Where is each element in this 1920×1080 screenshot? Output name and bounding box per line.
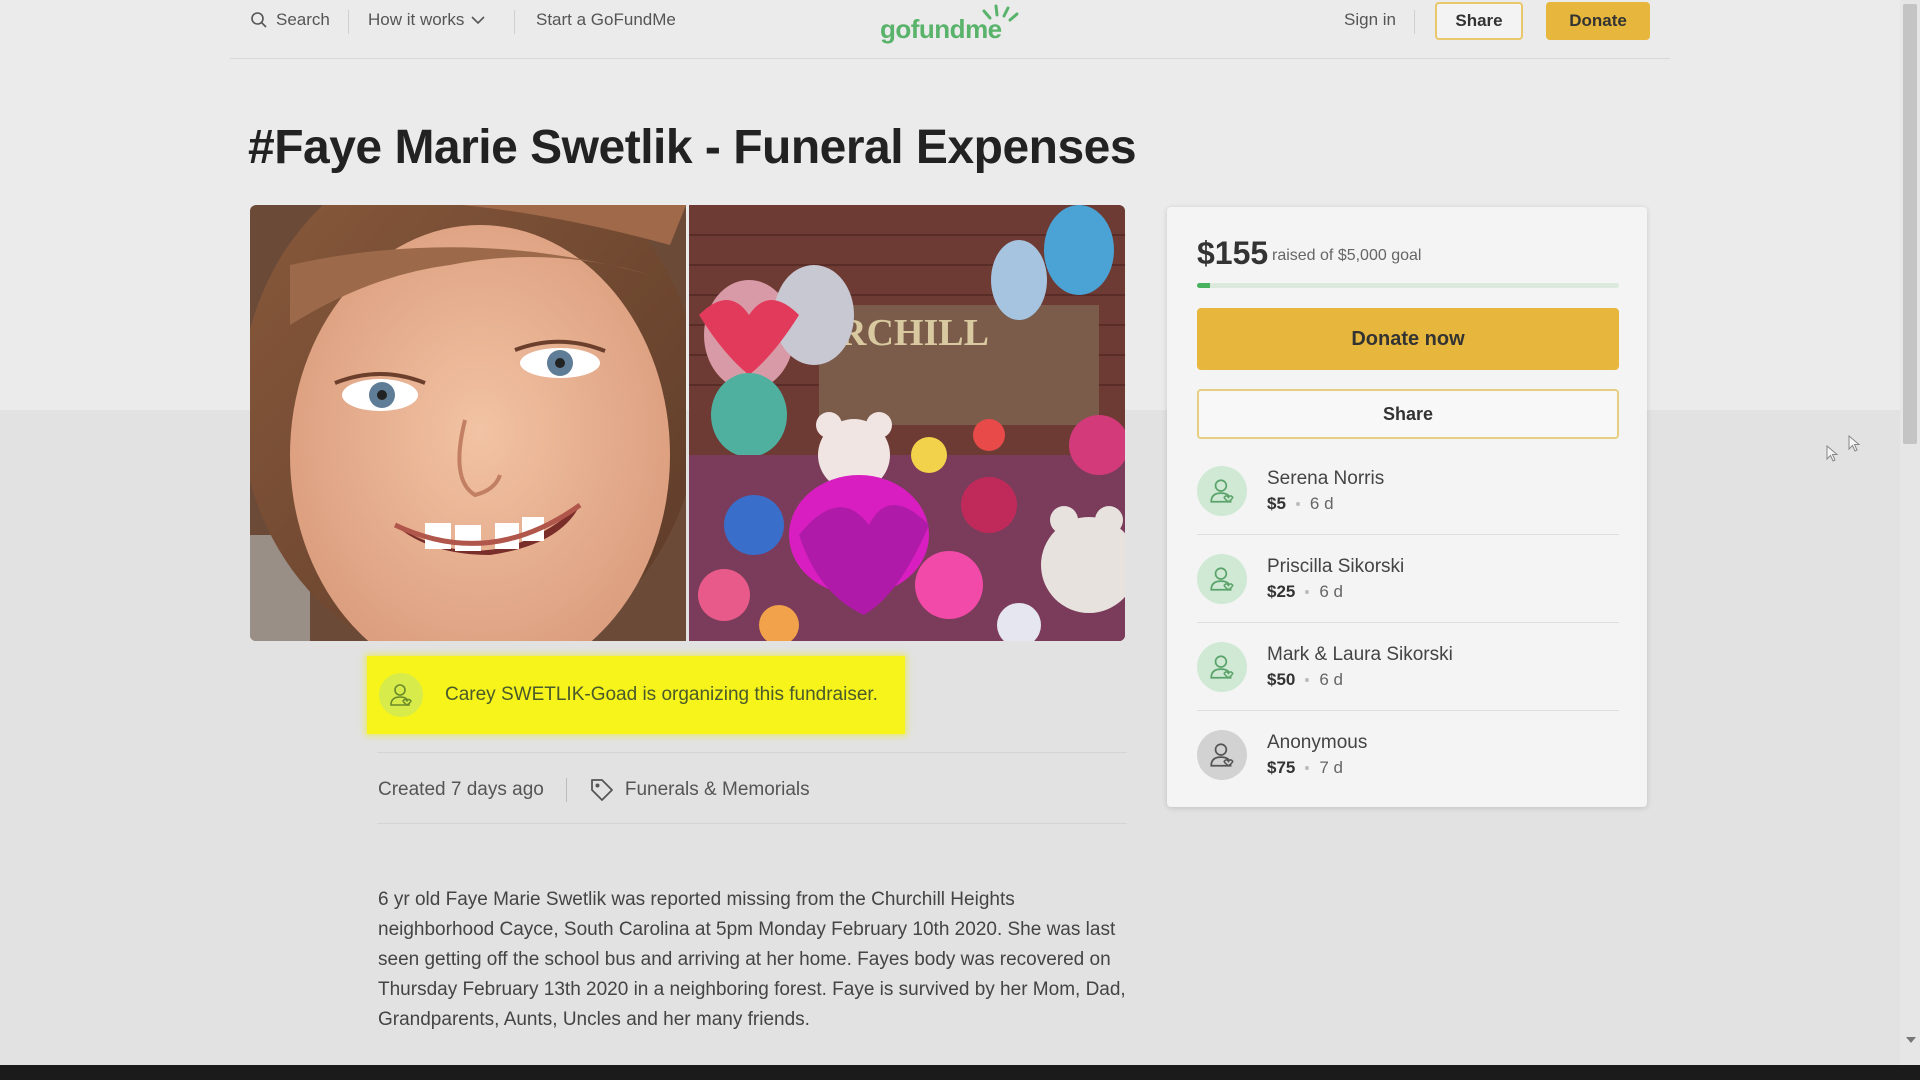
donor-avatar bbox=[1197, 553, 1247, 604]
donor-item: Priscilla Sikorski $25 6 d bbox=[1197, 535, 1619, 623]
user-heart-icon bbox=[1210, 742, 1234, 767]
donor-time: 6 d bbox=[1319, 581, 1344, 601]
category-link[interactable]: Funerals & Memorials bbox=[625, 779, 810, 801]
progress-fill bbox=[1197, 283, 1211, 288]
donor-time: 6 d bbox=[1309, 493, 1334, 513]
user-heart-icon bbox=[1210, 566, 1234, 591]
vertical-scrollbar[interactable] bbox=[1900, 0, 1920, 1065]
campaign-photo-memorial: RCHILL bbox=[689, 205, 1125, 641]
user-heart-icon bbox=[1210, 478, 1234, 503]
donation-card: $155 raised of $5,000 goal Donate now Sh… bbox=[1167, 207, 1647, 807]
donor-time: 6 d bbox=[1319, 669, 1344, 689]
logo-text: gofundme bbox=[880, 14, 1002, 44]
donor-item: Serena Norris $5 6 d bbox=[1197, 447, 1619, 535]
scrollbar-thumb[interactable] bbox=[1903, 4, 1917, 444]
donor-name: Priscilla Sikorski bbox=[1267, 555, 1405, 577]
screen-bottom-bar bbox=[0, 1065, 1920, 1080]
divider bbox=[377, 823, 1127, 824]
how-it-works-menu[interactable]: How it works bbox=[368, 10, 486, 30]
organizer-text: Carey SWETLIK-Goad is organizing this fu… bbox=[445, 684, 878, 705]
donor-amount: $25 bbox=[1267, 581, 1296, 601]
search-icon bbox=[251, 12, 267, 28]
donor-avatar bbox=[1197, 641, 1247, 692]
user-heart-icon bbox=[1210, 654, 1234, 679]
nav-divider bbox=[348, 10, 349, 34]
donor-avatar bbox=[1197, 465, 1247, 516]
nav-divider bbox=[514, 10, 515, 34]
organizer-banner[interactable]: Carey SWETLIK-Goad is organizing this fu… bbox=[367, 656, 905, 734]
campaign-meta: Created 7 days ago Funerals & Memorials bbox=[378, 777, 810, 803]
created-date: Created 7 days ago bbox=[378, 779, 544, 800]
mouse-cursor-icon bbox=[1826, 445, 1839, 462]
donor-avatar bbox=[1197, 729, 1247, 780]
start-gofundme-link[interactable]: Start a GoFundMe bbox=[536, 10, 676, 30]
organizer-avatar bbox=[379, 673, 423, 717]
donor-name: Anonymous bbox=[1267, 731, 1368, 753]
donor-amount: $75 bbox=[1267, 757, 1296, 777]
chevron-down-icon bbox=[471, 16, 485, 25]
donor-amount: $5 bbox=[1267, 493, 1286, 513]
divider bbox=[377, 752, 1127, 753]
meta-divider bbox=[565, 778, 567, 802]
search-label: Search bbox=[276, 10, 330, 29]
campaign-photo-portrait bbox=[250, 205, 686, 641]
campaign-story: 6 yr old Faye Marie Swetlik was reported… bbox=[378, 889, 1126, 1030]
donate-now-button[interactable]: Donate now bbox=[1197, 308, 1619, 370]
donor-item: Mark & Laura Sikorski $50 6 d bbox=[1197, 623, 1619, 711]
top-navbar: Search How it works Start a GoFundMe gof… bbox=[230, 0, 1670, 59]
sign-in-link[interactable]: Sign in bbox=[1344, 10, 1396, 30]
memorial-sign-text: RCHILL bbox=[839, 312, 989, 354]
donor-item: Anonymous $75 7 d bbox=[1197, 711, 1619, 798]
how-it-works-label: How it works bbox=[368, 10, 465, 29]
donor-name: Serena Norris bbox=[1267, 467, 1385, 489]
tag-icon bbox=[590, 779, 613, 801]
donor-list: Serena Norris $5 6 d Priscilla Sikorski $… bbox=[1197, 447, 1619, 798]
amount-raised: $155 bbox=[1197, 235, 1269, 271]
donor-name: Mark & Laura Sikorski bbox=[1267, 643, 1453, 665]
page-title: #Faye Marie Swetlik - Funeral Expenses bbox=[248, 121, 1137, 174]
donate-button-header[interactable]: Donate bbox=[1546, 2, 1650, 40]
scroll-down-arrow-icon[interactable] bbox=[1906, 1037, 1916, 1043]
nav-divider bbox=[1414, 10, 1415, 34]
mouse-cursor-icon bbox=[1848, 435, 1861, 452]
progress-bar bbox=[1197, 283, 1619, 288]
share-button-header[interactable]: Share bbox=[1435, 2, 1523, 40]
share-button[interactable]: Share bbox=[1197, 389, 1619, 439]
donor-amount: $50 bbox=[1267, 669, 1296, 689]
user-heart-icon bbox=[390, 684, 412, 706]
goal-text: raised of $5,000 goal bbox=[1272, 247, 1422, 264]
gofundme-logo[interactable]: gofundme bbox=[880, 2, 1020, 44]
search-link[interactable]: Search bbox=[250, 10, 330, 30]
donor-time: 7 d bbox=[1319, 757, 1344, 777]
